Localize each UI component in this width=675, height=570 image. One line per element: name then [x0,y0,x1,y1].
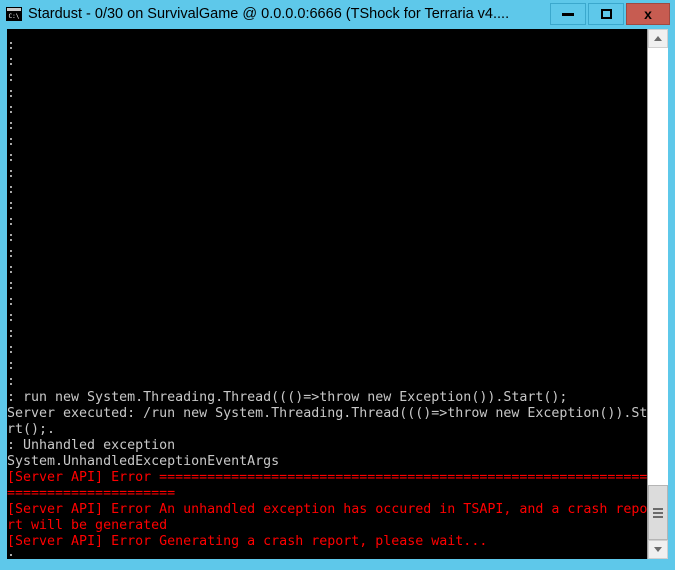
minimize-button[interactable] [550,3,586,25]
console-app-icon: C:\ [6,6,22,22]
console-line: : [7,550,16,559]
console-line: rt();. [7,422,56,437]
console-line: : [7,262,16,277]
console-line: [Server API] Error =====================… [7,470,647,485]
console-line: System.UnhandledExceptionEventArgs [7,454,280,469]
console-line: rt will be generated [7,518,168,533]
console-text-content: ::::::::::::::::::::::: run new System.T… [7,38,647,559]
console-line: [Server API] Error Generating a crash re… [7,534,488,549]
title-bar[interactable]: C:\ Stardust - 0/30 on SurvivalGame @ 0.… [0,0,675,28]
console-line: : run new System.Threading.Thread((()=>t… [7,390,568,405]
scroll-up-arrow-icon [654,36,662,41]
console-line: : [7,278,16,293]
scroll-down-arrow-icon [654,547,662,552]
console-line: : [7,150,16,165]
console-line: : [7,134,16,149]
console-line: : [7,38,16,53]
console-line: : [7,246,16,261]
close-button[interactable]: x [626,3,670,25]
grip-line-icon [653,515,663,518]
console-line: : [7,86,16,101]
console-line: : [7,70,16,85]
maximize-button[interactable] [588,3,624,25]
console-line: : [7,214,16,229]
maximize-icon [600,9,612,19]
console-scrollbar[interactable] [647,29,668,559]
window-left-border [0,28,7,570]
scroll-up-button[interactable] [648,29,668,48]
console-line: : [7,374,16,389]
console-line: : [7,326,16,341]
console-output-area[interactable]: ::::::::::::::::::::::: run new System.T… [7,29,647,559]
console-line: : [7,294,16,309]
console-line: : [7,166,16,181]
window-bottom-border [0,559,675,570]
console-line: : [7,198,16,213]
grip-line-icon [653,511,663,514]
console-line: [Server API] Error An unhandled exceptio… [7,502,647,517]
console-line: : [7,230,16,245]
console-window: C:\ Stardust - 0/30 on SurvivalGame @ 0.… [0,0,675,570]
console-line: ===================== [7,486,176,501]
console-line: : [7,118,16,133]
console-line: : [7,342,16,357]
console-line: : [7,358,16,373]
console-line: : [7,310,16,325]
close-icon: x [644,6,652,22]
console-line: : [7,182,16,197]
grip-line-icon [653,507,663,510]
console-line: Server executed: /run new System.Threadi… [7,406,647,421]
minimize-icon [562,12,574,16]
scrollbar-track[interactable] [648,48,668,540]
svg-text:C:\: C:\ [9,13,20,20]
scrollbar-thumb[interactable] [648,485,668,540]
window-title: Stardust - 0/30 on SurvivalGame @ 0.0.0.… [28,6,510,22]
window-right-border [668,28,675,570]
console-line: : [7,102,16,117]
console-line: : [7,54,16,69]
console-line: : Unhandled exception [7,438,176,453]
scroll-down-button[interactable] [648,540,668,559]
